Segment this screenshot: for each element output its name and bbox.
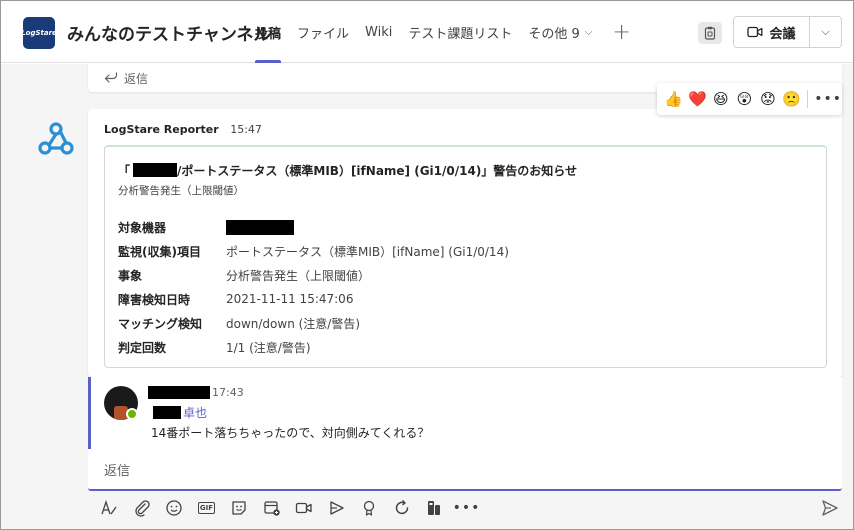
redacted-device-name xyxy=(133,163,178,177)
tab-posts-label: 投稿 xyxy=(255,26,282,42)
attach-icon[interactable] xyxy=(130,496,154,520)
fact-key: 監視(収集)項目 xyxy=(118,244,201,259)
fact-target-device: 対象機器 xyxy=(118,215,509,239)
redacted-sender-name xyxy=(148,386,210,399)
format-icon[interactable] xyxy=(97,496,121,520)
message-header: LogStare Reporter 15:47 xyxy=(104,123,262,136)
reply-placeholder: 返信 xyxy=(104,463,131,479)
laugh-reaction-icon[interactable]: 😆 xyxy=(709,87,733,111)
reply-time: 17:43 xyxy=(212,386,244,399)
sad-reaction-icon[interactable]: 😟 xyxy=(756,87,780,111)
redacted-value xyxy=(226,219,294,235)
channel-tabs: 投稿 ファイル Wiki テスト課題リスト その他 9 ⌵ + xyxy=(255,1,631,63)
schedule-meeting-icon[interactable] xyxy=(260,496,284,520)
sticker-icon[interactable] xyxy=(227,496,251,520)
fact-value: down/down (注意/警告) xyxy=(226,316,361,331)
compose-toolbar: GIF ••• xyxy=(97,496,487,520)
alert-subtitle: 分析警告発生（上限閾値） xyxy=(118,185,244,197)
fact-value: 2021-11-11 15:47:06 xyxy=(226,292,354,306)
tab-more[interactable]: その他 9 ⌵ xyxy=(528,1,592,63)
reply-text: 14番ポート落ちちゃったので、対向側みてくれる？ xyxy=(151,426,430,440)
meet-options-chevron-icon[interactable]: ⌵ xyxy=(810,17,841,47)
reaction-bar: 👍 ❤️ 😆 😲 😟 🙁 ••• xyxy=(657,83,842,115)
team-logo[interactable]: LogStare xyxy=(21,17,57,49)
tab-files[interactable]: ファイル xyxy=(297,1,349,63)
presence-available-icon xyxy=(126,408,138,420)
tab-more-label: その他 9 xyxy=(528,26,580,42)
alert-title-text: /ポートステータス（標準MIB）[ifName] (Gi1/0/14)」警告のお… xyxy=(177,164,578,178)
webhook-icon xyxy=(38,122,74,155)
like-reaction-icon[interactable]: 👍 xyxy=(662,87,686,111)
channel-header: LogStare みんなのテストチャンネル 投稿 ファイル Wiki テスト課題… xyxy=(1,1,853,63)
tab-posts[interactable]: 投稿 xyxy=(255,1,282,63)
fact-count: 判定回数 1/1 (注意/警告) xyxy=(118,335,509,359)
fact-key: マッチング検知 xyxy=(118,316,203,331)
tab-test-issues[interactable]: テスト課題リスト xyxy=(408,1,512,63)
channel-title: みんなのテストチャンネル xyxy=(67,25,271,45)
fact-key: 事象 xyxy=(118,268,143,283)
video-camera-icon xyxy=(747,26,763,38)
gif-icon[interactable]: GIF xyxy=(195,496,219,520)
sender-name[interactable]: LogStare Reporter xyxy=(104,123,219,136)
meet-now-icon[interactable] xyxy=(292,496,316,520)
bot-avatar[interactable] xyxy=(35,118,77,160)
mention-name[interactable]: 卓也 xyxy=(183,404,207,421)
tab-wiki[interactable]: Wiki xyxy=(365,1,392,63)
conversation-area: 返信 👍 ❤️ 😆 😲 😟 🙁 ••• LogStare Reporter 15… xyxy=(1,64,853,529)
thread-reply-message[interactable]: 17:43 卓也 14番ポート落ちちゃったので、対向側みてくれる？ xyxy=(88,377,842,449)
heart-reaction-icon[interactable]: ❤️ xyxy=(686,87,710,111)
surprised-reaction-icon[interactable]: 😲 xyxy=(733,87,757,111)
more-options-icon[interactable]: ••• xyxy=(814,91,842,107)
fact-event: 事象 分析警告発生（上限閾値） xyxy=(118,263,509,287)
reply-label: 返信 xyxy=(124,71,149,86)
redacted-mention xyxy=(153,406,181,419)
emoji-icon[interactable] xyxy=(162,496,186,520)
alert-title-prefix: 「 xyxy=(118,164,131,178)
fact-value: 分析警告発生（上限閾値） xyxy=(226,268,371,283)
fact-key: 障害検知日時 xyxy=(118,292,191,307)
add-tab-icon[interactable]: + xyxy=(612,20,630,45)
more-apps-icon[interactable]: ••• xyxy=(453,496,480,520)
fact-value: 1/1 (注意/警告) xyxy=(226,340,311,355)
bot-message[interactable]: LogStare Reporter 15:47 「 /ポートステータス（標準MIB… xyxy=(88,109,842,377)
fact-key: 判定回数 xyxy=(118,340,167,355)
reply-arrow-icon xyxy=(104,72,118,83)
reply-header: 17:43 xyxy=(148,386,244,399)
reaction-divider xyxy=(807,90,809,108)
message-time: 15:47 xyxy=(230,123,262,136)
reply-input[interactable]: 返信 xyxy=(88,449,842,491)
meet-now-button[interactable]: 会議 xyxy=(734,17,810,47)
meet-label: 会議 xyxy=(769,26,796,42)
fact-matching: マッチング検知 down/down (注意/警告) xyxy=(118,311,509,335)
fact-detected-time: 障害検知日時 2021-11-11 15:47:06 xyxy=(118,287,509,311)
alert-card: 「 /ポートステータス（標準MIB）[ifName] (Gi1/0/14)」警告の… xyxy=(104,145,827,368)
send-icon[interactable] xyxy=(818,496,842,520)
fact-value: ポートステータス（標準MIB）[ifName] (Gi1/0/14) xyxy=(226,244,509,259)
tab-files-label: ファイル xyxy=(297,26,350,42)
tab-wiki-label: Wiki xyxy=(365,24,393,40)
tab-test-issues-label: テスト課題リスト xyxy=(408,26,513,42)
alert-title: 「 /ポートステータス（標準MIB）[ifName] (Gi1/0/14)」警告の… xyxy=(118,162,577,179)
fact-set: 対象機器 監視(収集)項目 ポートステータス（標準MIB）[ifName] (G… xyxy=(118,215,509,359)
fact-monitor-item: 監視(収集)項目 ポートステータス（標準MIB）[ifName] (Gi1/0/… xyxy=(118,239,509,263)
meet-button[interactable]: 会議 ⌵ xyxy=(733,16,842,48)
chevron-down-icon: ⌵ xyxy=(584,26,593,38)
praise-icon[interactable] xyxy=(357,496,381,520)
fact-key: 対象機器 xyxy=(118,220,167,235)
loop-icon[interactable] xyxy=(390,496,414,520)
stream-icon[interactable] xyxy=(325,496,349,520)
mention[interactable]: 卓也 xyxy=(153,404,207,421)
clipboard-icon[interactable] xyxy=(698,22,722,44)
angry-reaction-icon[interactable]: 🙁 xyxy=(780,87,804,111)
approvals-icon[interactable] xyxy=(422,496,446,520)
